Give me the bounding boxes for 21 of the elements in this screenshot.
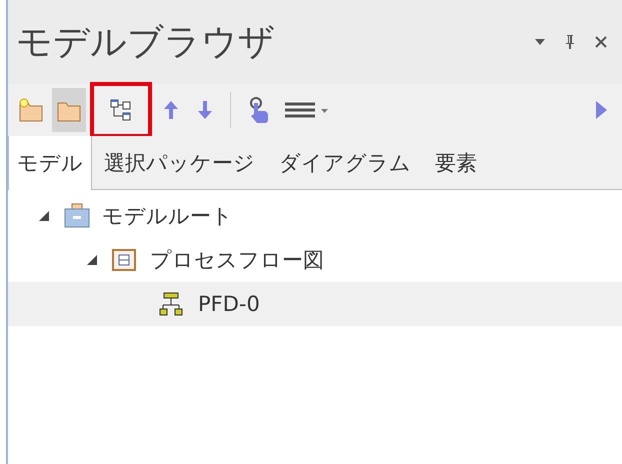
folder-icon	[18, 97, 44, 123]
expanded-arrow-icon[interactable]	[38, 210, 50, 222]
tab[interactable]: 選択パッケージ	[92, 136, 267, 190]
menu-icon	[283, 100, 329, 120]
flowchart-icon	[158, 291, 184, 317]
tree-label: モデルルート	[102, 203, 233, 230]
tree-row[interactable]: モデルルート	[8, 194, 622, 238]
tab[interactable]: モデル	[8, 136, 92, 190]
tab[interactable]: 要素	[423, 136, 489, 190]
tab[interactable]: ダイアグラム	[267, 136, 423, 190]
tree-row[interactable]: プロセスフロー図	[8, 238, 622, 282]
tree-label: プロセスフロー図	[150, 247, 324, 274]
close-icon[interactable]	[594, 35, 608, 49]
root-package-icon	[62, 202, 92, 230]
tree-label: PFD-0	[198, 292, 260, 316]
expanded-arrow-icon[interactable]	[86, 254, 98, 266]
dropdown-icon[interactable]	[534, 38, 546, 46]
pin-icon[interactable]	[564, 34, 576, 50]
tree-row[interactable]: PFD-0	[8, 282, 622, 326]
panel-title: モデルブラウザ	[16, 20, 275, 64]
package-icon	[110, 247, 138, 273]
